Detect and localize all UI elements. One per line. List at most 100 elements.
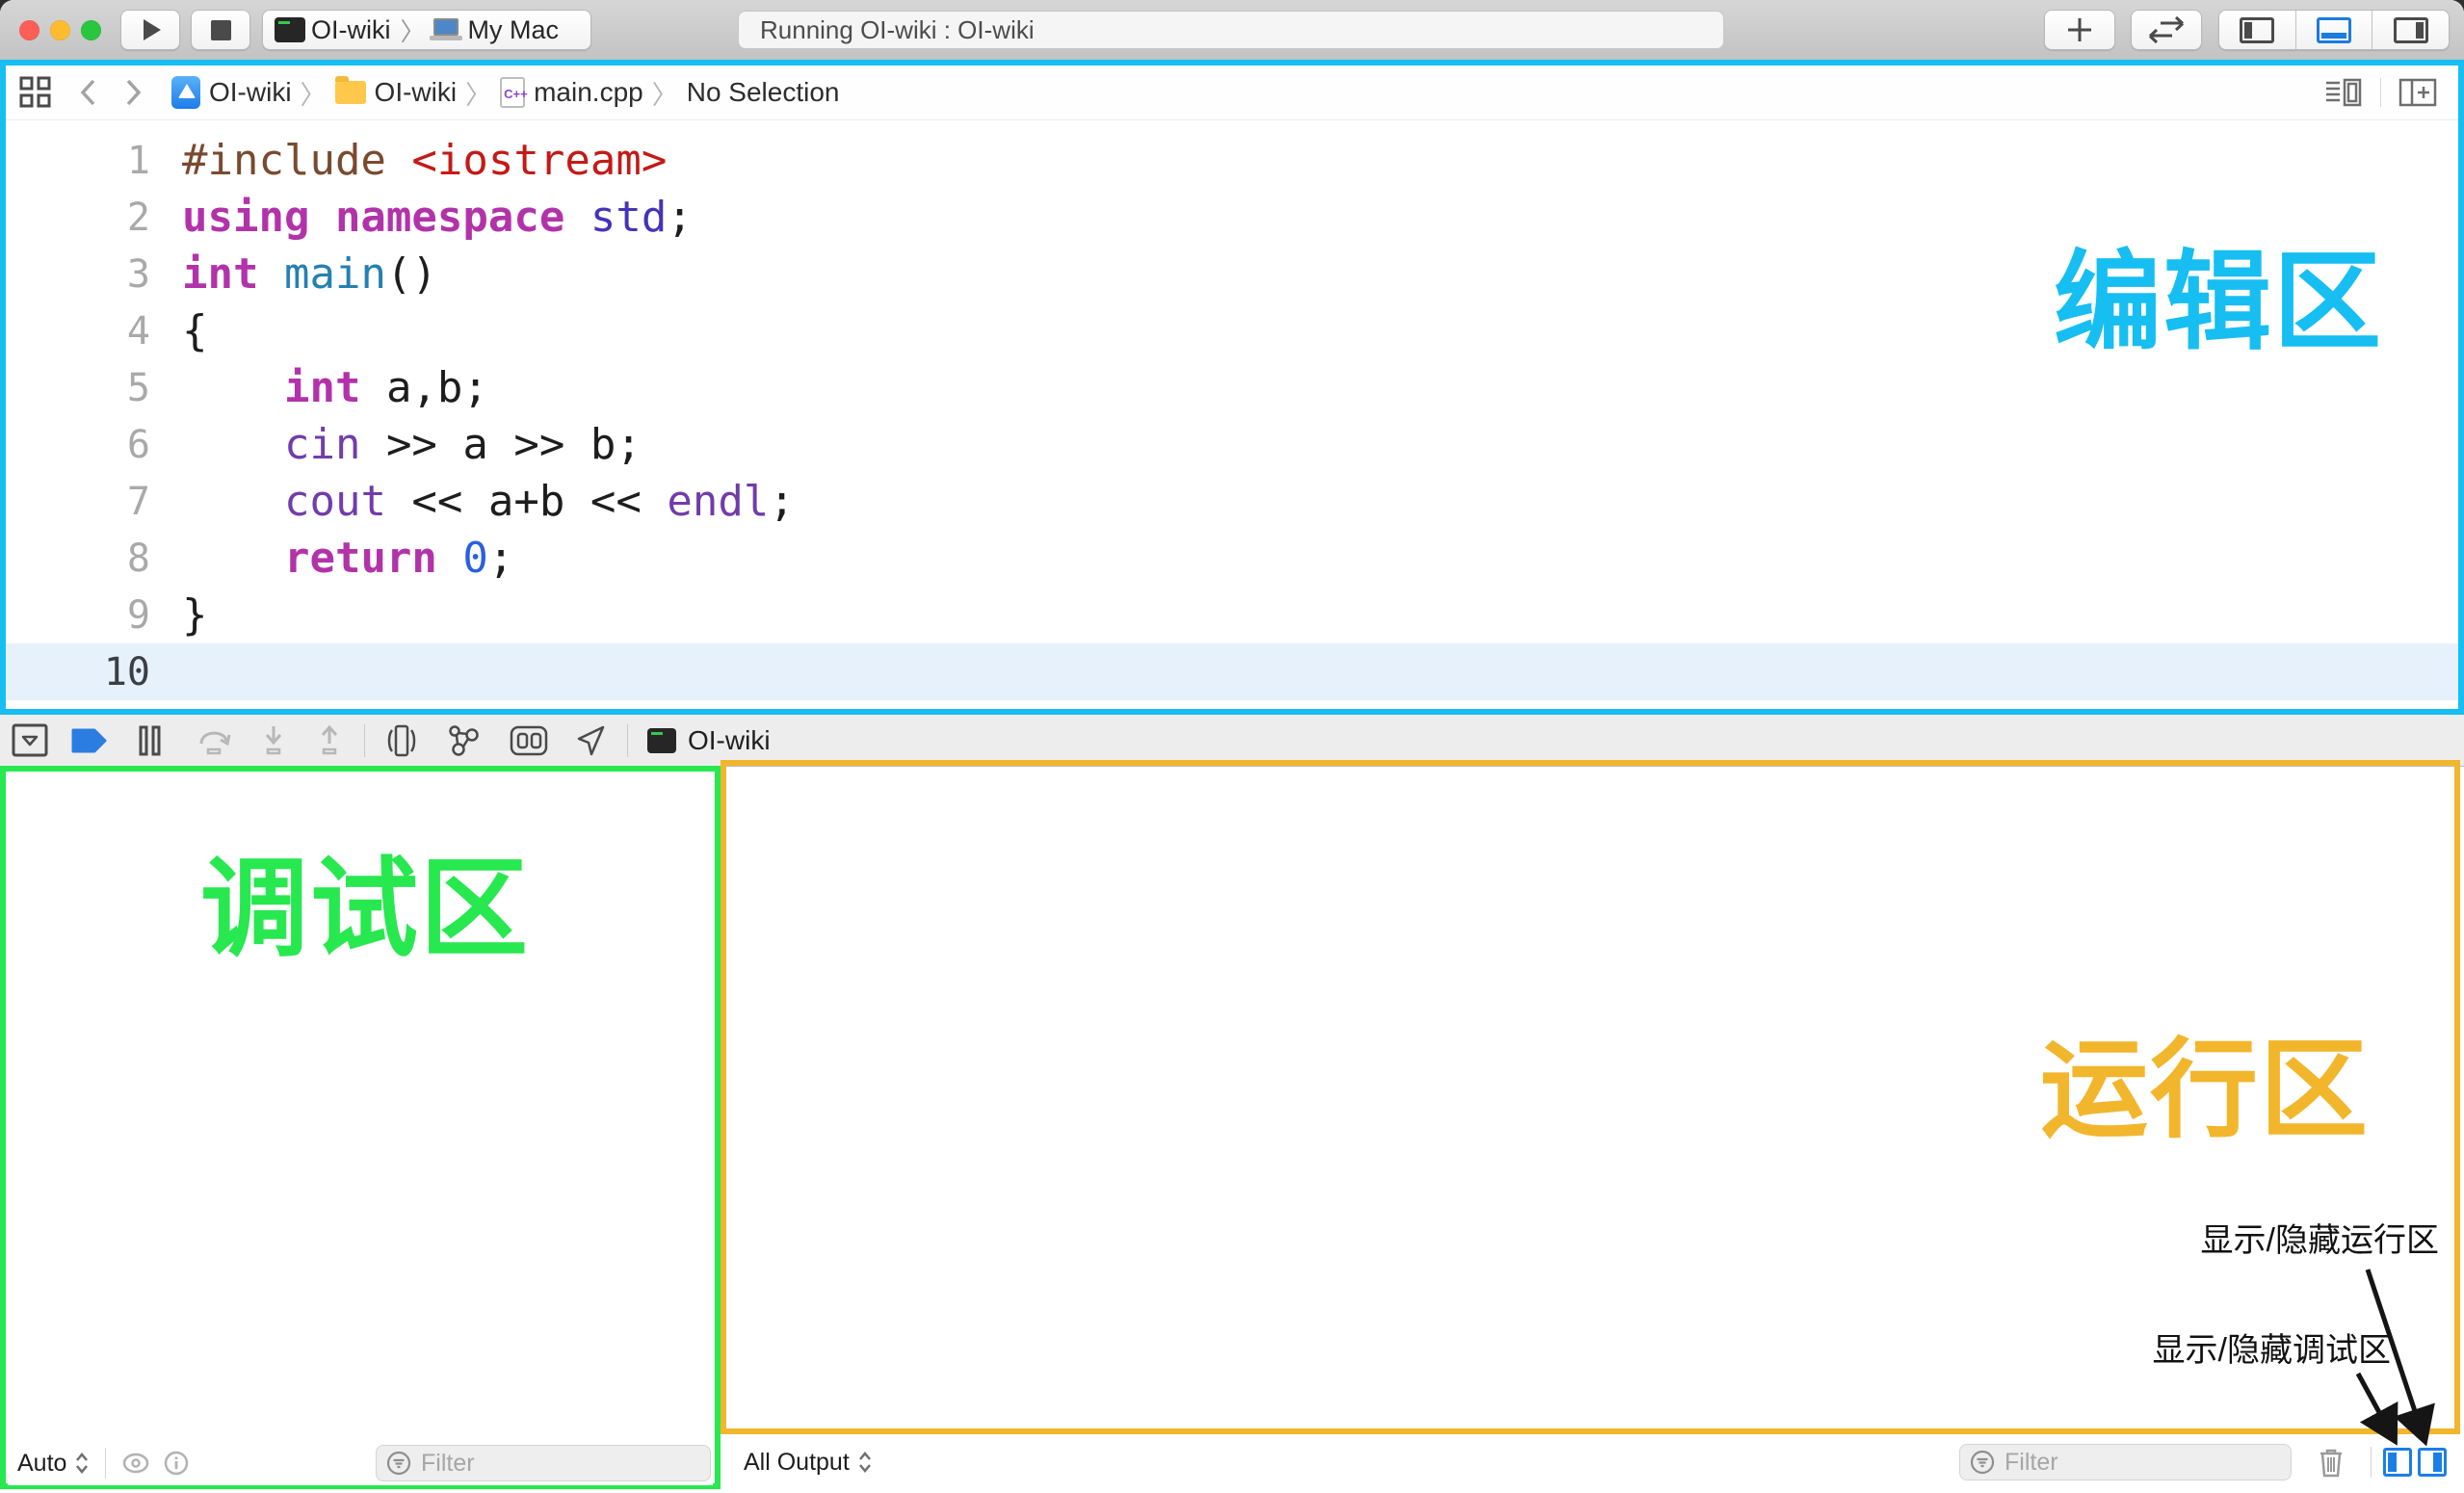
variables-view-footer: Auto	[8, 1441, 713, 1485]
folder-icon	[335, 81, 366, 104]
line-number: 7	[6, 480, 150, 524]
minimize-button[interactable]	[50, 20, 70, 40]
breadcrumb-group[interactable]: OI-wiki	[335, 77, 458, 108]
environment-overrides-button[interactable]	[510, 725, 548, 756]
run-button[interactable]	[120, 10, 180, 50]
breadcrumb-file[interactable]: C++ main.cpp	[500, 77, 643, 108]
variables-filter-input[interactable]	[419, 1449, 654, 1479]
back-button[interactable]	[77, 77, 98, 108]
info-button[interactable]	[164, 1451, 189, 1476]
status-text: Running OI-wiki : OI-wiki	[760, 15, 1035, 45]
related-items-button[interactable]	[19, 76, 52, 109]
line-number: 6	[6, 423, 150, 467]
code-line-6[interactable]: 6 cin >> a >> b;	[6, 416, 2458, 473]
breakpoints-toggle-button[interactable]	[69, 726, 108, 755]
divider	[105, 1448, 106, 1479]
editor-options-button[interactable]	[2324, 77, 2363, 108]
toggle-console-view-button[interactable]	[2418, 1448, 2447, 1477]
debug-toolbar: OI-wiki	[0, 715, 2464, 767]
code-line-7[interactable]: 7 cout << a+b << endl;	[6, 473, 2458, 530]
scheme-target-icon	[275, 17, 305, 42]
memory-graph-button[interactable]	[446, 723, 481, 758]
step-over-button[interactable]	[197, 724, 231, 757]
pause-button[interactable]	[135, 725, 164, 756]
code-line-5[interactable]: 5 int a,b;	[6, 359, 2458, 416]
panel-toggle-group	[2218, 10, 2450, 50]
toggle-debug-area-button[interactable]	[2295, 11, 2372, 49]
code-lines: 1 #include <iostream>2using namespace std…	[6, 132, 2458, 700]
right-panel-icon	[2394, 17, 2428, 43]
line-content: {	[182, 306, 208, 355]
filter-icon	[1970, 1450, 1995, 1475]
close-button[interactable]	[19, 20, 39, 40]
line-content: #include <iostream>	[182, 136, 667, 185]
debug-process-chip[interactable]: OI-wiki	[647, 725, 771, 756]
toggle-variables-view-button[interactable]	[2383, 1448, 2412, 1477]
line-number: 8	[6, 537, 150, 581]
stop-button[interactable]	[191, 10, 250, 50]
quick-look-button[interactable]	[121, 1452, 150, 1475]
play-icon	[136, 15, 165, 44]
output-selector-chevrons-icon[interactable]	[857, 1452, 873, 1473]
console-footer: All Output	[726, 1437, 2460, 1487]
plus-icon	[2064, 14, 2095, 45]
code-line-1[interactable]: 1 #include <iostream>	[6, 132, 2458, 189]
left-pane-icon	[2388, 1453, 2397, 1472]
process-terminal-icon	[647, 728, 676, 753]
editor-mode-button[interactable]	[2131, 10, 2202, 50]
toggle-navigator-button[interactable]	[2219, 11, 2295, 49]
divider	[364, 724, 365, 757]
line-number: 10	[6, 650, 150, 694]
cpp-file-icon: C++	[500, 77, 525, 108]
line-content: cin >> a >> b;	[182, 420, 642, 469]
my-mac-icon	[430, 18, 462, 41]
breadcrumb-chevron-icon: 〉	[465, 74, 491, 112]
callout-toggle-console: 显示/隐藏运行区	[2201, 1214, 2439, 1261]
left-panel-icon	[2240, 17, 2274, 43]
output-selector[interactable]: All Output	[744, 1449, 850, 1477]
code-line-2[interactable]: 2using namespace std;	[6, 189, 2458, 246]
filter-icon	[386, 1451, 411, 1476]
simulate-location-button[interactable]	[575, 724, 606, 757]
swap-arrows-icon	[2147, 15, 2186, 44]
forward-button[interactable]	[123, 77, 144, 108]
line-content: int a,b;	[182, 363, 488, 412]
code-line-10[interactable]: 10	[6, 643, 2458, 700]
line-number: 9	[6, 593, 150, 638]
add-editor-button[interactable]	[2398, 77, 2437, 108]
breadcrumb-selection[interactable]: No Selection	[687, 77, 840, 108]
clear-console-button[interactable]	[2317, 1446, 2346, 1479]
divider	[2380, 78, 2381, 107]
debug-view-hierarchy-button[interactable]	[386, 723, 417, 758]
breadcrumb-chevron-icon: 〉	[301, 74, 327, 112]
callout-toggle-variables: 显示/隐藏调试区	[2153, 1323, 2391, 1371]
variables-filter-field[interactable]	[376, 1445, 711, 1481]
scope-selector-chevrons-icon[interactable]	[74, 1453, 90, 1474]
line-content: }	[182, 590, 208, 640]
code-line-9[interactable]: 9}	[6, 587, 2458, 643]
library-add-button[interactable]	[2044, 10, 2115, 50]
zoom-button[interactable]	[81, 20, 101, 40]
breadcrumb-project[interactable]: OI-wiki	[171, 76, 292, 109]
step-into-button[interactable]	[260, 724, 287, 757]
console-filter-input[interactable]	[2003, 1448, 2238, 1478]
project-icon	[171, 76, 200, 109]
right-pane-icon	[2433, 1453, 2442, 1472]
line-number: 1	[6, 139, 150, 183]
scheme-destination-label: My Mac	[468, 15, 560, 45]
scope-selector[interactable]: Auto	[17, 1450, 66, 1478]
chevron-separator-icon: 〉	[401, 13, 426, 48]
hide-debug-area-button[interactable]	[12, 723, 48, 758]
process-label: OI-wiki	[688, 725, 771, 756]
line-number: 4	[6, 309, 150, 354]
scheme-selector[interactable]: OI-wiki 〉 My Mac	[262, 10, 591, 50]
toggle-inspector-button[interactable]	[2372, 11, 2449, 49]
code-line-8[interactable]: 8 return 0;	[6, 530, 2458, 587]
divider	[2371, 1447, 2372, 1478]
step-out-button[interactable]	[316, 724, 343, 757]
activity-status-display: Running OI-wiki : OI-wiki	[738, 11, 1724, 49]
console-filter-field[interactable]	[1959, 1444, 2292, 1480]
jump-bar: OI-wiki 〉 OI-wiki 〉 C++ main.cpp 〉 No Se…	[6, 65, 2458, 120]
console-area-annotation: 运行区	[2040, 1036, 2370, 1144]
stop-icon	[211, 20, 231, 40]
